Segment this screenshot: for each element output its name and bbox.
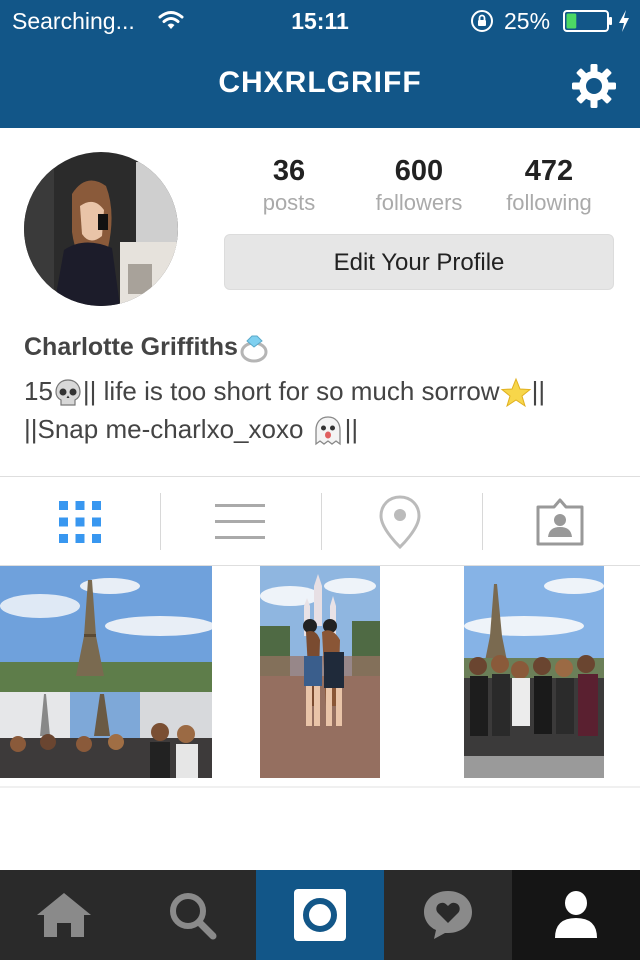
activity-heart-icon: [424, 891, 472, 939]
search-icon: [170, 893, 217, 940]
tab-profile[interactable]: [512, 870, 640, 960]
tab-search[interactable]: [128, 870, 256, 960]
ghost-emoji-icon: [315, 416, 341, 446]
bio-text-part: ||: [344, 414, 359, 444]
tab-home[interactable]: [0, 870, 128, 960]
tab-camera[interactable]: [256, 870, 384, 960]
status-bar: Searching... 15:11 25%: [0, 0, 640, 40]
star-emoji-icon: [500, 377, 531, 408]
bio-text-part: ||: [531, 376, 546, 406]
photo-thumbnail[interactable]: [260, 566, 380, 778]
followers-count: 600: [394, 155, 444, 187]
ring-emoji-icon: [240, 335, 268, 363]
rotation-lock-icon: [471, 10, 493, 32]
profile-view-tabs: [0, 476, 640, 566]
following-count: 472: [524, 155, 574, 187]
full-name-text: Charlotte Griffiths: [24, 333, 238, 361]
bio-text-part: 15: [24, 376, 53, 406]
photo-thumbnail[interactable]: [464, 566, 604, 778]
posts-label: posts: [262, 190, 316, 215]
charging-bolt-icon: [619, 10, 629, 32]
bottom-tab-bar: [0, 870, 640, 960]
list-icon: [215, 503, 265, 539]
nav-bar: CHXRLGRIFF: [0, 40, 640, 128]
profile-bio: 15 || life is too short for so much sorr…: [24, 372, 624, 448]
followers-label: followers: [375, 190, 463, 215]
home-icon: [37, 893, 91, 937]
bio-text-part: ||Snap me-charlxo_xoxo: [24, 414, 304, 444]
following-label: following: [506, 190, 592, 215]
battery-percent: 25%: [504, 8, 551, 34]
bio-line-2: ||Snap me-charlxo_xoxo ||: [24, 410, 624, 448]
tab-grid-view[interactable]: [0, 477, 160, 566]
followers-stat[interactable]: 600 followers: [354, 155, 484, 216]
grid-divider: [0, 786, 640, 788]
photo-grid: [0, 566, 640, 788]
posts-stat: 36 posts: [224, 155, 354, 216]
tab-tagged-photos[interactable]: [480, 477, 640, 566]
photo-thumbnail[interactable]: [0, 566, 212, 778]
tagged-photos-icon: [536, 498, 584, 545]
profile-stats: 36 posts 600 followers 472 following: [224, 155, 614, 225]
grid-icon: [59, 500, 101, 543]
gear-icon[interactable]: [570, 62, 618, 110]
profile-full-name: Charlotte Griffiths: [24, 333, 272, 363]
avatar[interactable]: [24, 152, 178, 306]
following-stat[interactable]: 472 following: [484, 155, 614, 216]
tab-photo-map[interactable]: [320, 477, 480, 566]
profile-icon: [555, 891, 597, 938]
posts-count: 36: [272, 155, 306, 187]
bio-text-part: || life is too short for so much sorrow: [82, 376, 500, 406]
tab-list-view[interactable]: [160, 477, 320, 566]
camera-icon: [294, 889, 346, 941]
profile-username-title: CHXRLGRIFF: [218, 66, 422, 99]
battery-icon: [563, 10, 612, 32]
tab-activity[interactable]: [384, 870, 512, 960]
edit-profile-button[interactable]: Edit Your Profile: [224, 234, 614, 290]
top-bar: Searching... 15:11 25% CHXRLGRIFF: [0, 0, 640, 128]
bio-line-1: 15 || life is too short for so much sorr…: [24, 372, 624, 410]
skull-emoji-icon: [55, 379, 81, 406]
location-pin-icon: [379, 494, 421, 549]
